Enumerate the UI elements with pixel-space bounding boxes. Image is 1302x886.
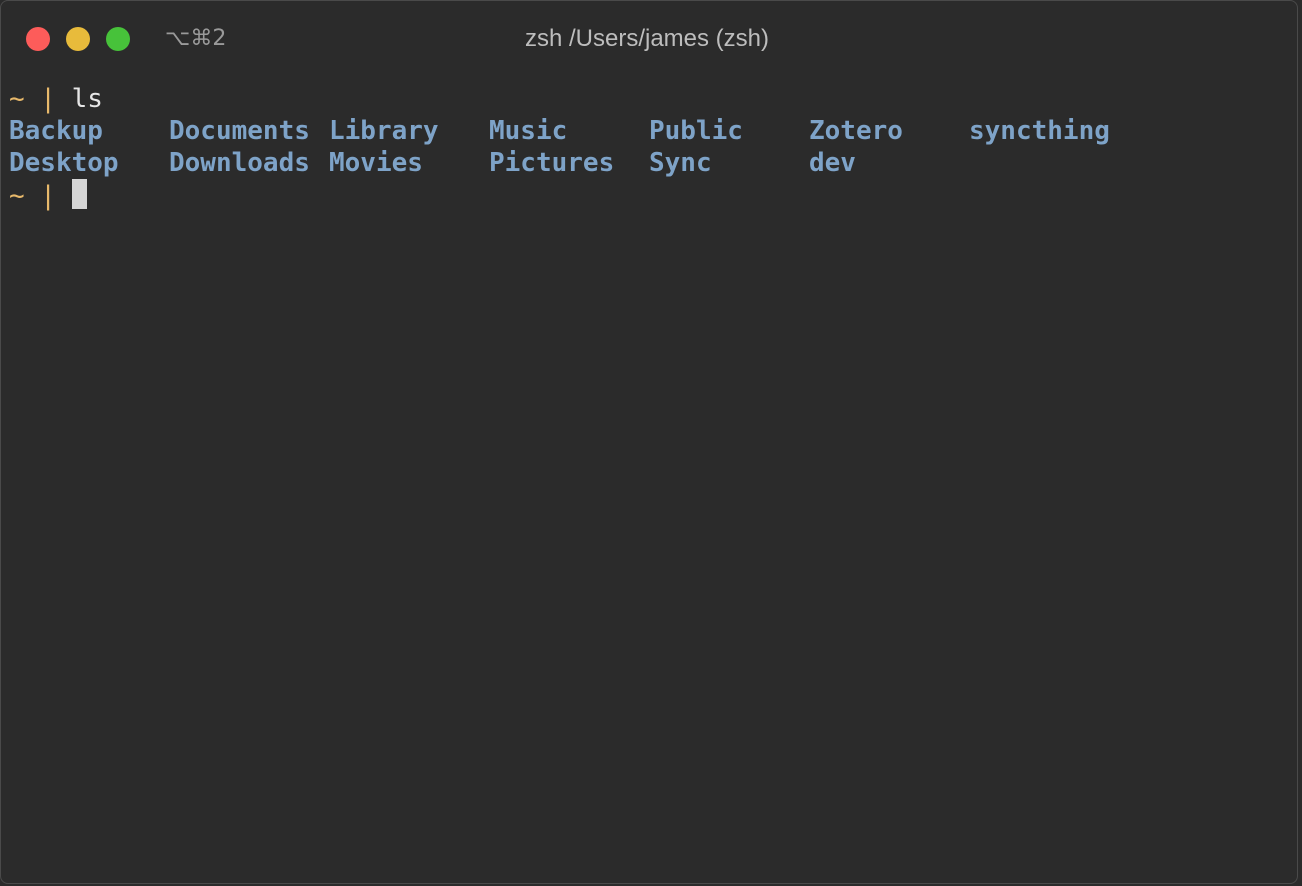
directory-entry: Backup xyxy=(9,116,103,146)
ls-output: Backup Documents Library Music Public Zo… xyxy=(9,115,1289,179)
command-line: ~ | ls xyxy=(9,83,1289,115)
directory-entry: Downloads xyxy=(169,148,310,178)
command-text: ls xyxy=(71,84,103,114)
directory-entry: Documents xyxy=(169,116,310,146)
input-line[interactable]: ~ | xyxy=(9,179,1289,211)
terminal-window: ⌥⌘2 zsh /Users/james (zsh) ~ | ls Backup… xyxy=(0,0,1298,884)
prompt: ~ | xyxy=(9,84,72,114)
directory-entry: Desktop xyxy=(9,148,119,178)
directory-entry: Pictures xyxy=(489,148,615,178)
prompt: ~ | xyxy=(9,181,72,211)
window-title: zsh /Users/james (zsh) xyxy=(524,25,770,52)
directory-entry: Zotero xyxy=(809,116,903,146)
text-cursor xyxy=(71,179,87,209)
directory-entry: dev xyxy=(809,148,856,178)
title-bar[interactable]: ⌥⌘2 zsh /Users/james (zsh) xyxy=(1,1,1297,77)
directory-entry: Library xyxy=(329,116,439,146)
terminal-content[interactable]: ~ | ls Backup Documents Library Music Pu… xyxy=(9,83,1289,211)
directory-entry: Music xyxy=(489,116,568,146)
directory-entry: Movies xyxy=(329,148,423,178)
directory-entry: syncthing xyxy=(969,116,1110,146)
directory-entry: Sync xyxy=(649,148,712,178)
directory-entry: Public xyxy=(649,116,743,146)
